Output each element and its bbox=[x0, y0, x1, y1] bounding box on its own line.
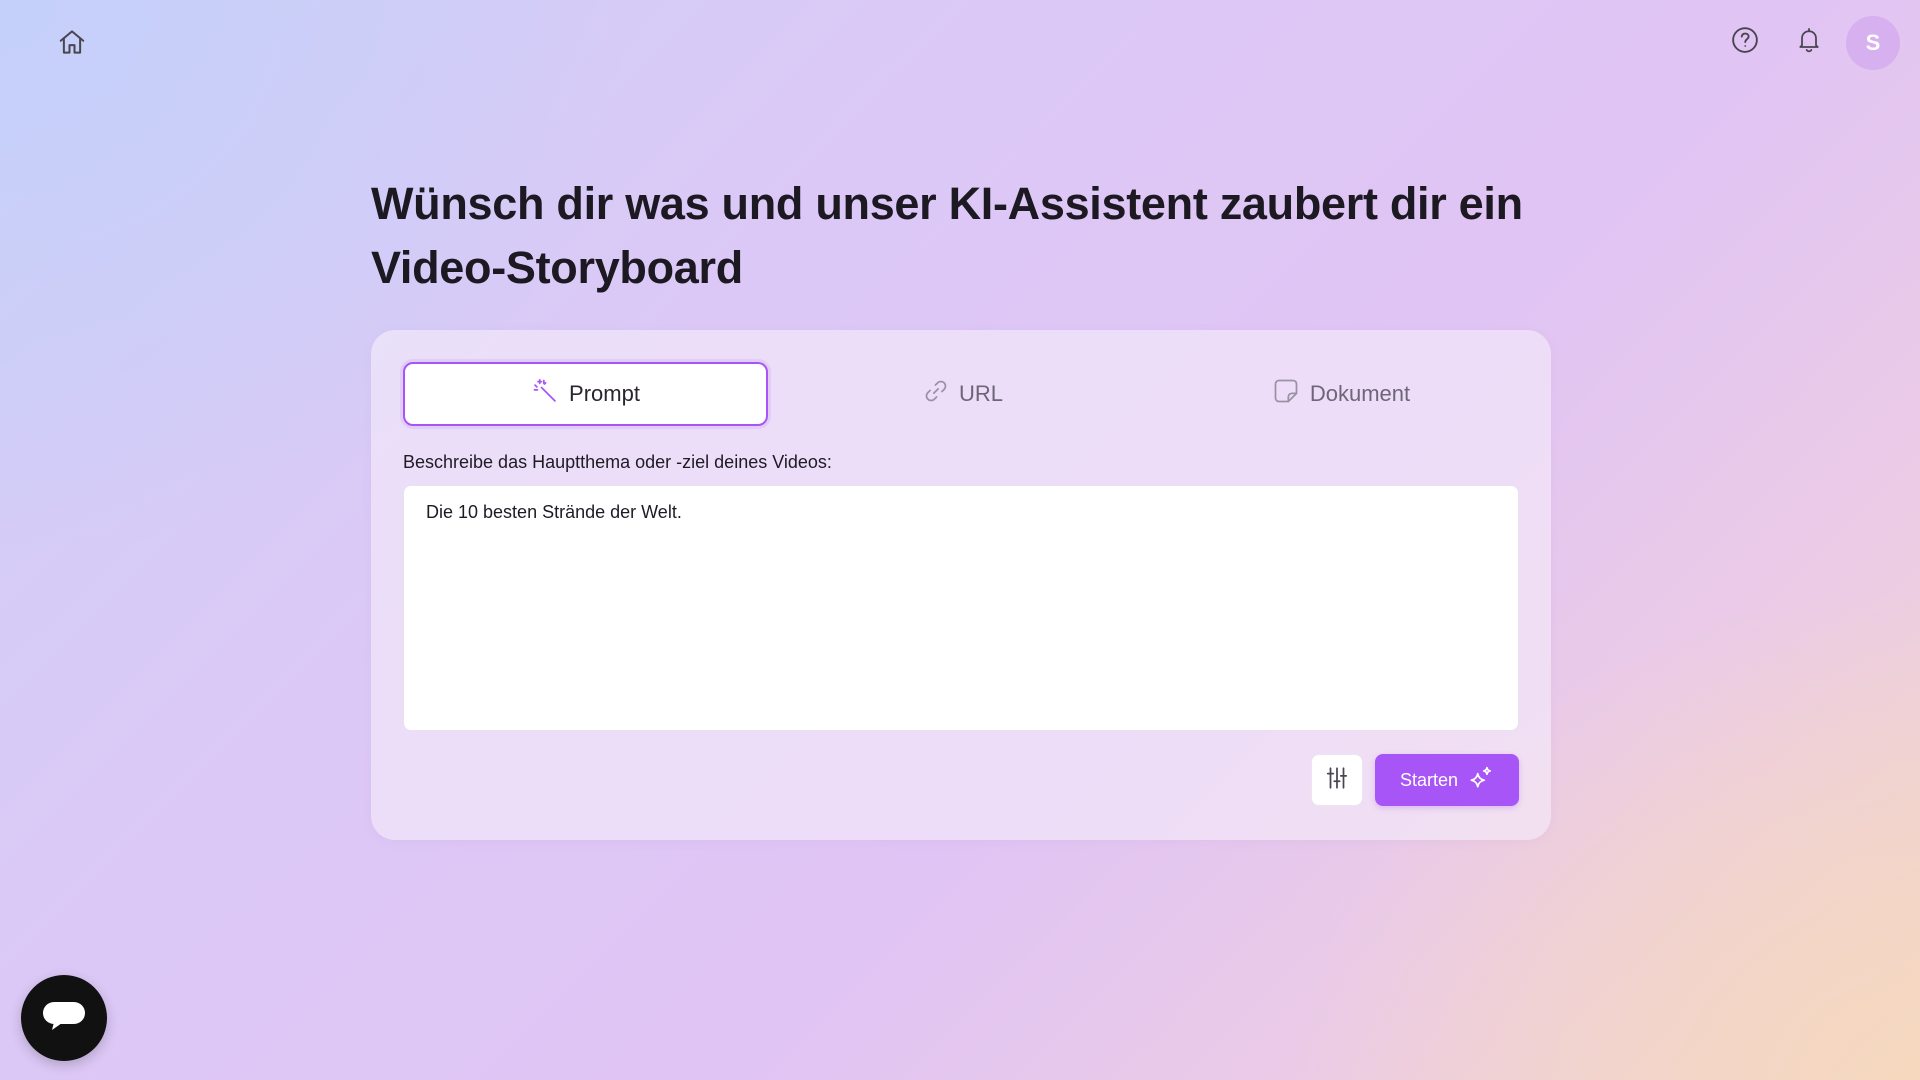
page-title-line-1: Wünsch dir was und unser KI-Assistent za… bbox=[371, 178, 1523, 229]
chat-bubble-icon bbox=[40, 996, 88, 1041]
sparkles-icon bbox=[1468, 765, 1494, 796]
link-icon bbox=[923, 378, 949, 410]
tab-dokument[interactable]: Dokument bbox=[1163, 362, 1519, 426]
start-button[interactable]: Starten bbox=[1375, 754, 1519, 806]
magic-wand-icon bbox=[531, 377, 559, 411]
chat-widget-button[interactable] bbox=[21, 975, 107, 1061]
storyboard-input-card: Prompt URL Dokument Beschreibe das Haupt… bbox=[371, 330, 1551, 840]
home-button[interactable] bbox=[50, 22, 94, 66]
sliders-icon bbox=[1324, 765, 1350, 796]
tab-url[interactable]: URL bbox=[793, 362, 1133, 426]
tab-prompt-label: Prompt bbox=[569, 381, 640, 406]
tab-prompt[interactable]: Prompt bbox=[403, 362, 768, 426]
start-button-label: Starten bbox=[1399, 769, 1459, 790]
tab-url-label: URL bbox=[958, 381, 1003, 406]
bell-icon bbox=[1795, 25, 1823, 60]
tab-dokument-label: Dokument bbox=[1309, 381, 1411, 406]
help-button[interactable] bbox=[1724, 20, 1766, 64]
settings-button[interactable] bbox=[1311, 754, 1363, 806]
home-icon bbox=[57, 27, 87, 62]
page-title: Wünsch dir was und unser KI-Assistent za… bbox=[371, 172, 1571, 300]
notifications-button[interactable] bbox=[1788, 20, 1830, 64]
input-mode-tabs: Prompt URL Dokument bbox=[403, 362, 1519, 426]
page-title-line-2: Video-Storyboard bbox=[371, 242, 743, 293]
topic-field-label: Beschreibe das Hauptthema oder -ziel dei… bbox=[403, 452, 832, 472]
help-circle-icon bbox=[1730, 25, 1760, 60]
user-avatar[interactable]: S bbox=[1846, 16, 1900, 70]
document-icon bbox=[1272, 377, 1300, 411]
topic-textarea-value: Die 10 besten Strände der Welt. bbox=[426, 502, 682, 522]
avatar-initial: S bbox=[1865, 30, 1881, 55]
topic-textarea[interactable]: Die 10 besten Strände der Welt. bbox=[403, 485, 1519, 731]
